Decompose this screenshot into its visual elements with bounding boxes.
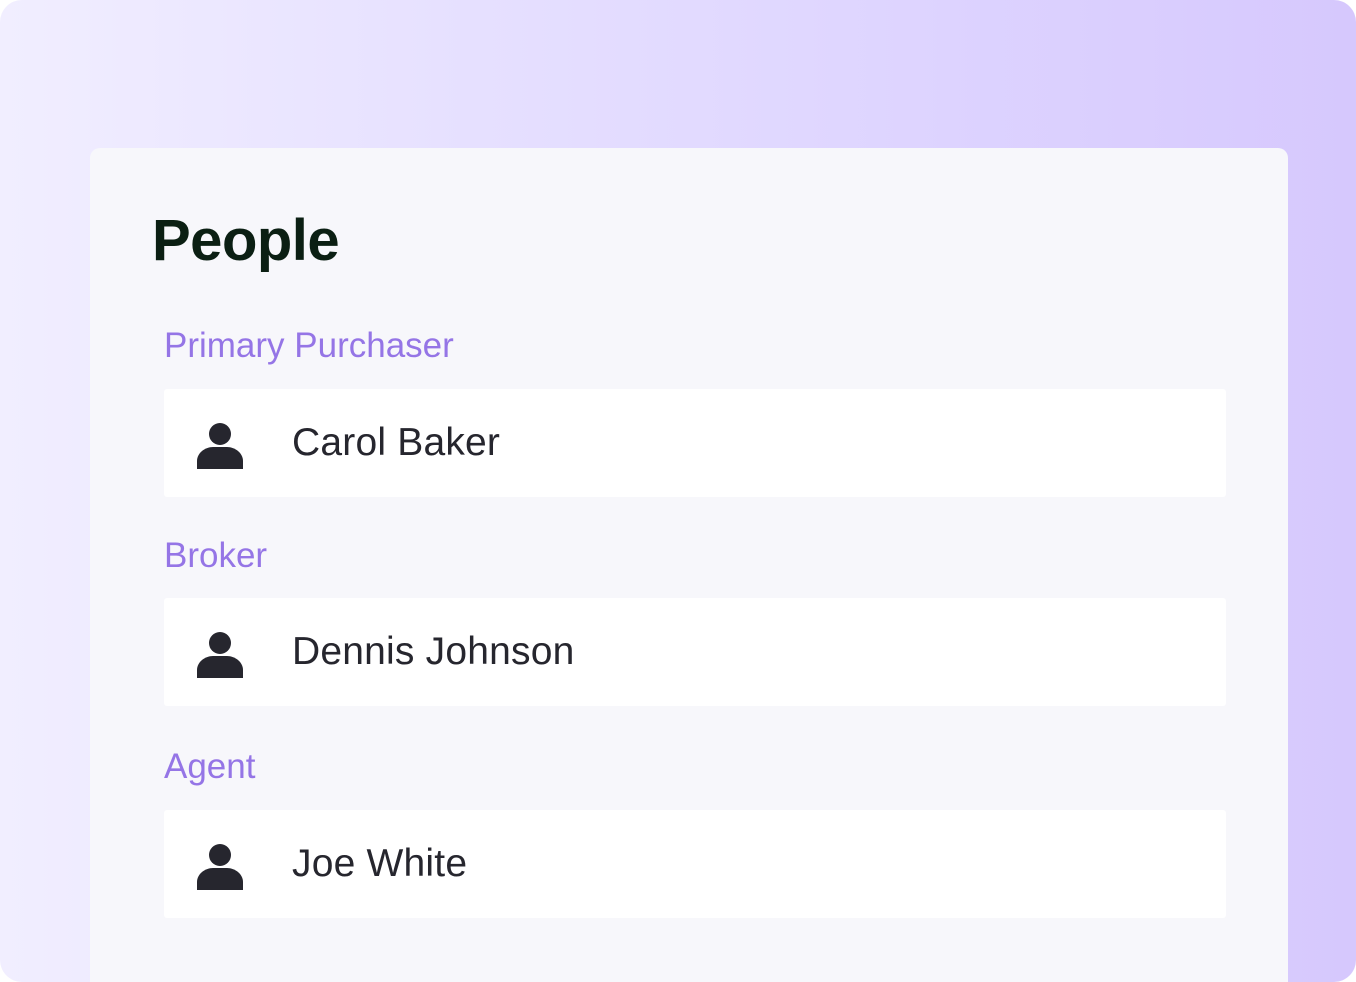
person-name: Dennis Johnson [292, 630, 575, 673]
person-name: Joe White [292, 842, 468, 885]
person-row-primary-purchaser[interactable]: Carol Baker [164, 389, 1226, 497]
page-title: People [152, 208, 340, 273]
person-row-agent[interactable]: Joe White [164, 810, 1226, 918]
role-label-agent: Agent [164, 747, 256, 786]
person-icon [196, 844, 244, 890]
people-card: People Primary Purchaser Carol Baker Bro… [90, 148, 1288, 982]
person-row-broker[interactable]: Dennis Johnson [164, 598, 1226, 706]
role-label-broker: Broker [164, 536, 268, 575]
person-icon [196, 632, 244, 678]
role-label-primary-purchaser: Primary Purchaser [164, 326, 454, 365]
person-icon [196, 423, 244, 469]
background-frame: People Primary Purchaser Carol Baker Bro… [0, 0, 1356, 982]
person-name: Carol Baker [292, 421, 501, 464]
